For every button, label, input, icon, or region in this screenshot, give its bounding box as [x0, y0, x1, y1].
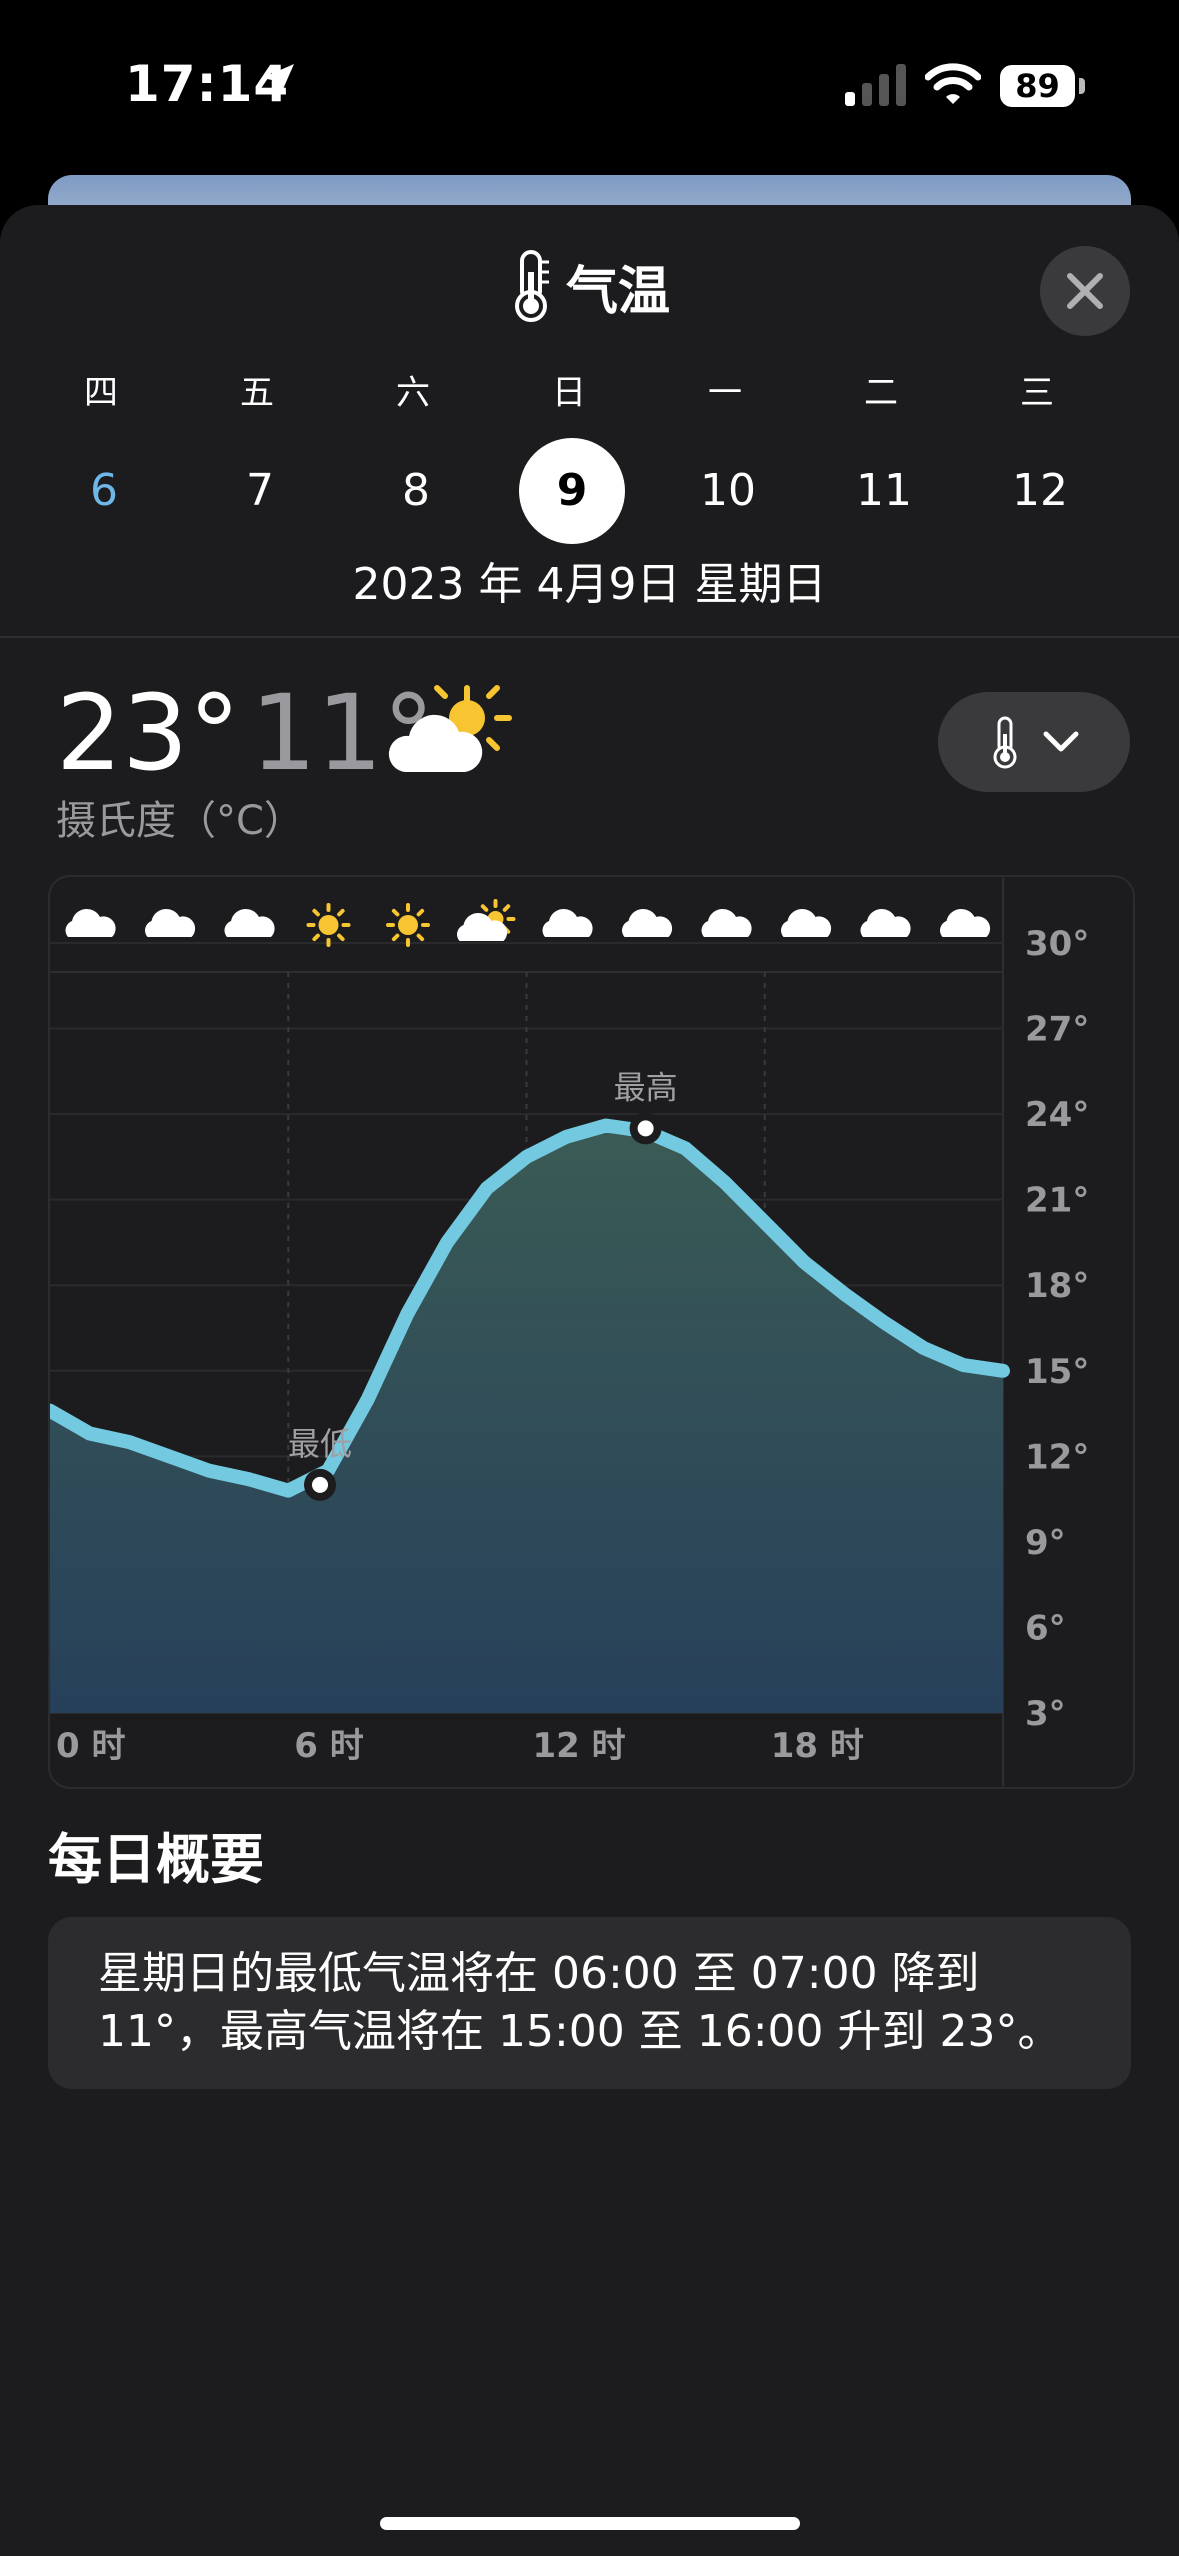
weekday-label: 五	[240, 373, 274, 413]
annotation-label: 最高	[614, 1068, 678, 1106]
date-number: 7	[246, 465, 274, 516]
battery-indicator: 89	[1000, 65, 1075, 107]
weekday-label: 一	[708, 373, 742, 413]
day-6[interactable]: 三 12	[987, 368, 1087, 544]
high-low-temps: 23°11°	[56, 672, 435, 794]
date-number: 10	[700, 465, 756, 516]
y-tick-label: 12°	[1025, 1437, 1089, 1477]
unit-label: 摄氏度（°C）	[56, 798, 304, 844]
day-3[interactable]: 日9	[519, 368, 625, 544]
day-5[interactable]: 二 11	[831, 368, 931, 544]
date-number: 6	[90, 465, 118, 516]
weekday-label: 四	[84, 373, 118, 413]
title-label: 气温	[566, 261, 671, 322]
y-tick-label: 27°	[1025, 1010, 1089, 1050]
date-number: 8	[402, 465, 430, 516]
temperature-chart[interactable]: 最低 最高 30° 27° 24° 21° 18° 15° 12° 9° 6° 3° 0 时 6 时 12 …	[50, 877, 1133, 1787]
y-tick-label: 21°	[1025, 1181, 1089, 1221]
day-1[interactable]: 五7	[207, 368, 307, 544]
weekday-label: 三	[1020, 373, 1054, 413]
y-tick-label: 9°	[1025, 1523, 1066, 1563]
week-selector: 四 6 五 7 六 8 日 9 一 10 二 11 三 12	[0, 368, 1179, 544]
weekday-label: 二	[864, 373, 898, 413]
sun-icon	[306, 903, 351, 947]
annotation-label: 最低	[288, 1425, 352, 1463]
thermometer-icon	[514, 250, 549, 322]
y-tick-label: 3°	[1025, 1694, 1066, 1734]
y-tick-label: 30°	[1025, 924, 1089, 964]
sun-icon	[386, 903, 430, 947]
y-tick-label: 18°	[1025, 1266, 1089, 1306]
weekday-label: 六	[396, 373, 430, 413]
x-tick-label: 12 时	[533, 1726, 626, 1766]
divider	[0, 636, 1179, 638]
cellular-signal-icon	[845, 64, 906, 106]
close-icon	[1067, 273, 1103, 309]
temperature-chart-card: 最低 最高 30° 27° 24° 21° 18° 15° 12° 9° 6° 3° 0 时 6 时 12 …	[48, 875, 1135, 1789]
x-tick-label: 6 时	[294, 1726, 364, 1766]
location-arrow-icon	[262, 64, 294, 96]
x-tick-label: 18 时	[771, 1726, 864, 1766]
day-2[interactable]: 六8	[363, 368, 463, 544]
home-indicator[interactable]	[380, 2517, 800, 2530]
metric-selector-button[interactable]	[938, 692, 1130, 792]
weekday-label: 日	[552, 373, 586, 413]
sheet-title: 气温	[0, 248, 1179, 328]
daily-summary-title: 每日概要	[48, 1828, 264, 1891]
chevron-down-icon	[1043, 731, 1079, 752]
wifi-icon	[925, 63, 981, 104]
annotation-marker	[312, 1476, 329, 1493]
selected-date-label: 2023 年 4月9日 星期日	[352, 559, 827, 610]
thermometer-icon	[993, 716, 1017, 769]
y-tick-label: 24°	[1025, 1095, 1089, 1135]
day-4[interactable]: 一 10	[675, 368, 775, 544]
y-tick-label: 15°	[1025, 1352, 1089, 1392]
annotation-marker	[637, 1120, 654, 1137]
partly-sunny-icon	[388, 685, 512, 772]
close-button[interactable]	[1040, 246, 1130, 336]
day-0[interactable]: 四6	[51, 368, 151, 544]
date-number: 11	[856, 465, 912, 516]
battery-nub	[1079, 78, 1085, 94]
date-number: 12	[1012, 465, 1068, 516]
selected-date-number: 9	[519, 438, 625, 544]
status-bar: 17:14 89	[0, 0, 1179, 170]
x-tick-label: 0 时	[56, 1726, 126, 1766]
high-temp: 23°	[56, 672, 241, 794]
daily-summary-card: 星期日的最低气温将在 06:00 至 07:00 降到 11°，最高气温将在 1…	[48, 1917, 1131, 2089]
temperature-area	[50, 1125, 1003, 1713]
y-tick-label: 6°	[1025, 1608, 1066, 1648]
daily-summary-text: 星期日的最低气温将在 06:00 至 07:00 降到 11°，最高气温将在 1…	[98, 1948, 1062, 2057]
